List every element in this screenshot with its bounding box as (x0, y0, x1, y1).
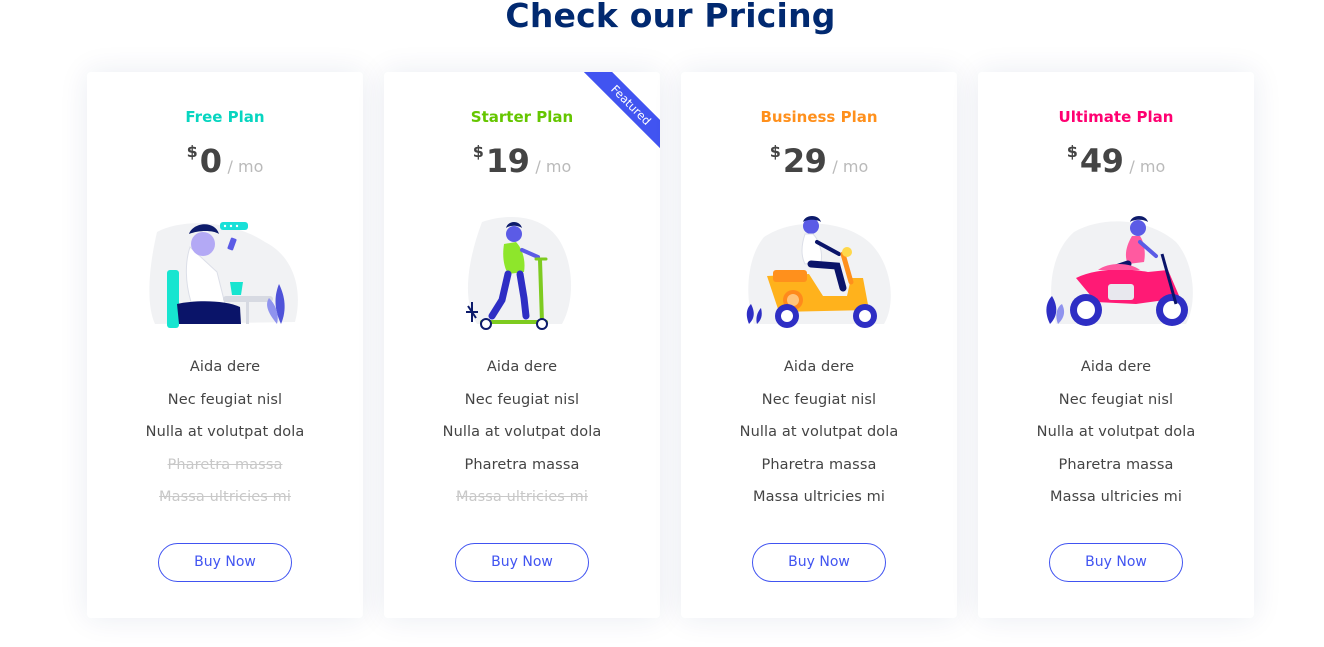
currency-symbol: $ (1066, 142, 1078, 161)
feature-item: Aida dere (1080, 359, 1152, 375)
person-sitting-with-phone-illustration (149, 222, 298, 328)
plan-name: Ultimate Plan (1058, 108, 1174, 126)
feature-item: Nulla at volutpat dola (442, 424, 602, 440)
plan-price: $0 / mo (87, 142, 363, 180)
feature-item: Nulla at volutpat dola (145, 424, 305, 440)
feature-item: Pharetra massa (1058, 456, 1174, 473)
price-period: / mo (227, 157, 264, 176)
buy-now-button[interactable]: Buy Now (752, 543, 886, 582)
feature-item-unavailable: Pharetra massa (167, 456, 283, 473)
section-title: Check our Pricing (505, 0, 836, 35)
feature-item: Aida dere (189, 359, 261, 375)
feature-list: Aida dere Nec feugiat nisl Nulla at volu… (978, 359, 1254, 522)
plan-name: Free Plan (185, 108, 265, 126)
pricing-card-ultimate: Ultimate Plan $49 / mo Aida dere Nec feug… (978, 72, 1254, 618)
feature-item: Nulla at volutpat dola (1036, 424, 1196, 440)
buy-now-button[interactable]: Buy Now (1049, 543, 1183, 582)
feature-item: Nec feugiat nisl (167, 391, 283, 408)
price-period: / mo (535, 157, 572, 176)
feature-item: Aida dere (783, 359, 855, 375)
pricing-card-free: Free Plan $0 / mo Aida dere Nec feugiat n… (87, 72, 363, 618)
feature-item: Massa ultricies mi (1050, 489, 1182, 505)
feature-item: Pharetra massa (761, 456, 877, 473)
plan-price: $19 / mo (384, 142, 660, 180)
feature-list: Aida dere Nec feugiat nisl Nulla at volu… (384, 359, 660, 522)
person-on-kick-scooter-illustration (466, 217, 572, 330)
feature-item: Nec feugiat nisl (1058, 391, 1174, 408)
feature-list: Aida dere Nec feugiat nisl Nulla at volu… (87, 359, 363, 522)
feature-item-unavailable: Massa ultricies mi (159, 489, 291, 505)
plan-price: $29 / mo (681, 142, 957, 180)
buy-now-button[interactable]: Buy Now (158, 543, 292, 582)
plan-price: $49 / mo (978, 142, 1254, 180)
feature-list: Aida dere Nec feugiat nisl Nulla at volu… (681, 359, 957, 522)
pricing-card-starter: Featured Starter Plan $19/ mo Aida dere … (384, 72, 660, 618)
price-amount: 19 (485, 142, 530, 180)
buy-now-button[interactable]: Buy Now (455, 543, 589, 582)
plan-name: Starter Plan (470, 108, 574, 126)
currency-symbol: $ (769, 142, 781, 161)
pricing-card-business: Business Plan $29 / mo Aida dere Nec feug… (681, 72, 957, 618)
feature-item: Nulla at volutpat dola (739, 424, 899, 440)
price-amount: 29 (782, 142, 827, 180)
feature-item: Nec feugiat nisl (761, 391, 877, 408)
feature-item: Pharetra massa (464, 456, 580, 473)
currency-symbol: $ (472, 142, 484, 161)
feature-item: Nec feugiat nisl (464, 391, 580, 408)
price-period: / mo (1129, 157, 1166, 176)
feature-item: Aida dere (486, 359, 558, 375)
feature-item: Massa ultricies mi (753, 489, 885, 505)
person-on-motor-scooter-illustration (746, 216, 891, 328)
person-on-motorcycle-illustration (1046, 216, 1193, 326)
feature-item-unavailable: Massa ultricies mi (456, 489, 588, 505)
plan-name: Business Plan (760, 108, 878, 126)
price-amount: 49 (1079, 142, 1124, 180)
currency-symbol: $ (186, 142, 198, 161)
price-period: / mo (832, 157, 869, 176)
price-amount: 0 (199, 142, 222, 180)
